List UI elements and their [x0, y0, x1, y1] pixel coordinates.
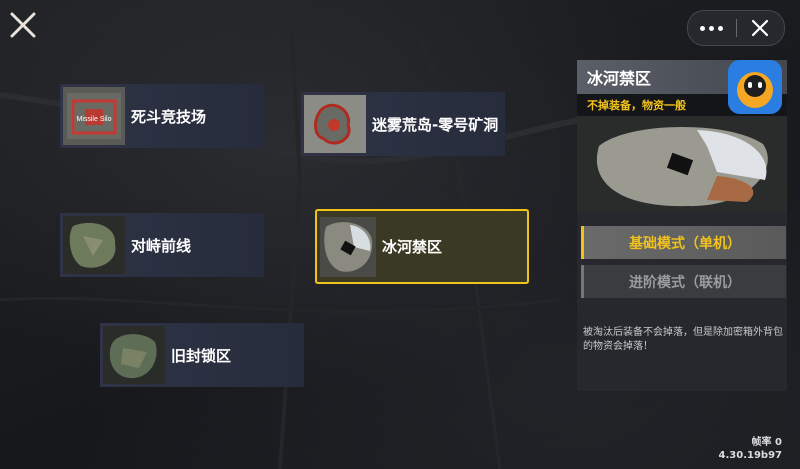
map-thumbnail: [103, 326, 165, 384]
close-icon: [10, 12, 36, 38]
version-label: 4.30.19b97: [718, 450, 782, 461]
map-thumbnail: Missile Silo: [63, 87, 125, 145]
map-name: 旧封锁区: [171, 346, 232, 365]
map-card-old-lockdown[interactable]: 旧封锁区: [100, 323, 304, 387]
map-card-frontline[interactable]: 对峙前线: [60, 213, 264, 277]
map-name: 迷雾荒岛-零号矿洞: [372, 115, 499, 134]
miniprogram-capsule: [687, 10, 785, 46]
map-thumbnail: [63, 216, 125, 274]
close-mini-icon: [752, 19, 769, 37]
advanced-mode-button[interactable]: 进阶模式（联机）: [581, 265, 786, 298]
map-card-deathmatch[interactable]: Missile Silo 死斗竞技场: [60, 84, 264, 148]
fps-label: 帧率 0: [751, 437, 782, 448]
more-button[interactable]: [688, 11, 736, 45]
map-thumbnail: [304, 95, 366, 153]
basic-mode-button[interactable]: 基础模式（单机）: [581, 226, 786, 259]
close-mini-button[interactable]: [737, 11, 785, 45]
close-button[interactable]: [8, 10, 38, 40]
app-icon[interactable]: [728, 60, 782, 114]
map-name: 死斗竞技场: [131, 107, 207, 126]
map-name: 冰河禁区: [382, 238, 443, 256]
map-card-glacier[interactable]: 冰河禁区: [315, 209, 529, 284]
panel-map-preview: [577, 116, 787, 212]
map-thumbnail: [320, 216, 376, 277]
thumb-text: Missile Silo: [76, 116, 111, 123]
panel-description: 被淘汰后装备不会掉落，但是除加密箱外背包的物资会掉落！: [583, 327, 783, 352]
mascot-icon: [728, 60, 782, 114]
more-icon: [700, 25, 724, 31]
map-card-misty-island[interactable]: 迷雾荒岛-零号矿洞: [301, 92, 505, 156]
map-name: 对峙前线: [131, 236, 192, 255]
fps-info: 帧率 0 4.30.19b97: [719, 436, 782, 462]
